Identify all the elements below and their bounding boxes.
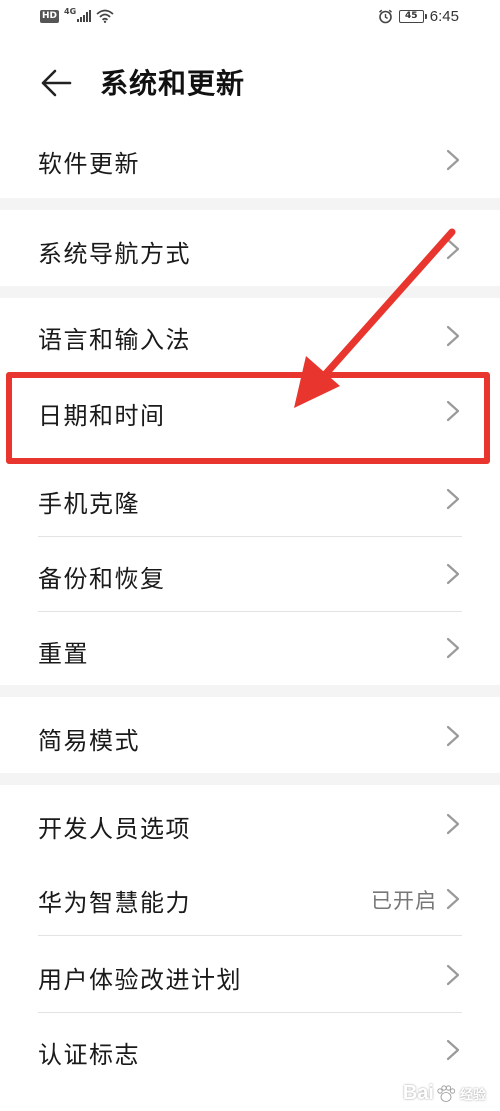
chevron-right-icon [446, 149, 460, 171]
menu-item-backup-restore[interactable]: 备份和恢复 [0, 537, 500, 611]
status-time: 6:45 [429, 8, 459, 25]
menu-item-label: 华为智慧能力 [38, 889, 191, 917]
network-type-label: 4G [64, 6, 77, 16]
menu-item-label: 用户体验改进计划 [38, 966, 242, 994]
hd-icon: HD [40, 9, 60, 23]
menu-item-label: 手机克隆 [38, 490, 140, 518]
chevron-right-icon [446, 637, 460, 659]
menu-item-label: 开发人员选项 [38, 815, 191, 843]
menu-item-label: 日期和时间 [38, 402, 166, 430]
menu-item-phone-clone[interactable]: 手机克隆 [0, 462, 500, 536]
section-gap [0, 685, 500, 697]
watermark: Bai 经验 [403, 1082, 486, 1105]
menu-item-certification[interactable]: 认证标志 [0, 1013, 500, 1089]
menu-item-label: 语言和输入法 [38, 326, 191, 354]
page-header: 系统和更新 [0, 46, 500, 118]
chevron-right-icon [446, 1039, 460, 1061]
status-left: HD 4G [40, 6, 114, 23]
chevron-right-icon [446, 325, 460, 347]
menu-item-huawei-ai[interactable]: 华为智慧能力 已开启 [0, 861, 500, 935]
chevron-right-icon [446, 400, 460, 422]
battery-level: 45 [405, 11, 418, 21]
status-bar: HD 4G 45 6:45 [0, 0, 500, 36]
chevron-right-icon [446, 964, 460, 986]
menu-item-label: 备份和恢复 [38, 565, 166, 593]
menu-item-user-experience[interactable]: 用户体验改进计划 [0, 936, 500, 1012]
arrow-left-icon [41, 69, 72, 97]
signal-icon [77, 10, 92, 22]
status-right: 45 6:45 [378, 8, 459, 25]
section-gap [0, 286, 500, 298]
menu-item-label: 软件更新 [38, 150, 140, 178]
menu-item-reset[interactable]: 重置 [0, 612, 500, 685]
menu-item-label: 系统导航方式 [38, 240, 191, 268]
section-gap [0, 198, 500, 210]
battery-icon: 45 [398, 10, 427, 23]
chevron-right-icon [446, 888, 460, 910]
menu-item-label: 简易模式 [38, 727, 140, 755]
menu-item-software-update[interactable]: 软件更新 [0, 118, 500, 198]
chevron-right-icon [446, 563, 460, 585]
menu-item-simple-mode[interactable]: 简易模式 [0, 697, 500, 773]
alarm-icon [378, 9, 392, 24]
paw-icon [437, 1084, 456, 1102]
chevron-right-icon [446, 813, 460, 835]
chevron-right-icon [446, 488, 460, 510]
page-title: 系统和更新 [100, 67, 246, 100]
section-gap [0, 773, 500, 785]
menu-item-label: 认证标志 [38, 1041, 140, 1069]
wifi-icon [96, 9, 114, 23]
chevron-right-icon [446, 238, 460, 260]
chevron-right-icon [446, 725, 460, 747]
menu-item-label: 重置 [38, 640, 89, 668]
menu-item-developer-options[interactable]: 开发人员选项 [0, 785, 500, 861]
menu-item-system-navigation[interactable]: 系统导航方式 [0, 210, 500, 286]
watermark-sub: 经验 [459, 1088, 486, 1103]
menu-item-date-time[interactable]: 日期和时间 [0, 374, 500, 462]
status-value: 已开启 [371, 889, 437, 913]
menu-item-language-input[interactable]: 语言和输入法 [0, 298, 500, 374]
back-button[interactable] [36, 63, 76, 103]
watermark-text: Bai [402, 1082, 434, 1104]
